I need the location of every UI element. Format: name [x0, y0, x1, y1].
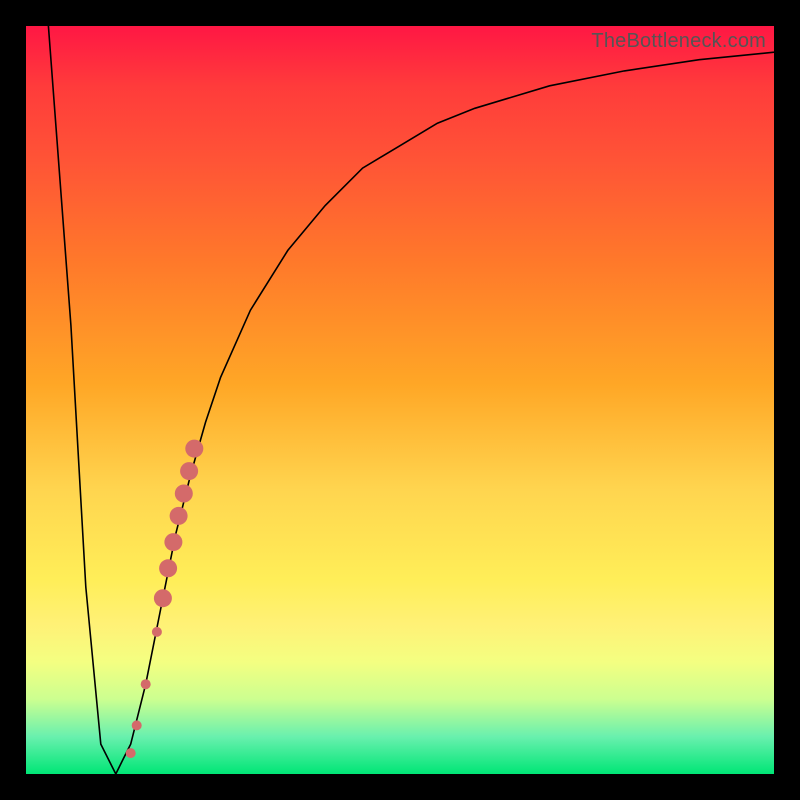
data-marker	[180, 462, 198, 480]
data-marker	[175, 485, 193, 503]
data-marker	[185, 440, 203, 458]
chart-svg	[26, 26, 774, 774]
data-marker	[152, 627, 162, 637]
bottleneck-curve	[48, 26, 774, 774]
data-marker	[164, 533, 182, 551]
data-marker	[154, 589, 172, 607]
plot-area: TheBottleneck.com	[26, 26, 774, 774]
chart-frame: TheBottleneck.com	[0, 0, 800, 800]
data-marker	[159, 559, 177, 577]
data-marker	[170, 507, 188, 525]
watermark-text: TheBottleneck.com	[591, 30, 766, 53]
data-marker	[141, 679, 151, 689]
data-marker	[126, 748, 136, 758]
data-markers	[126, 440, 204, 758]
data-marker	[132, 720, 142, 730]
